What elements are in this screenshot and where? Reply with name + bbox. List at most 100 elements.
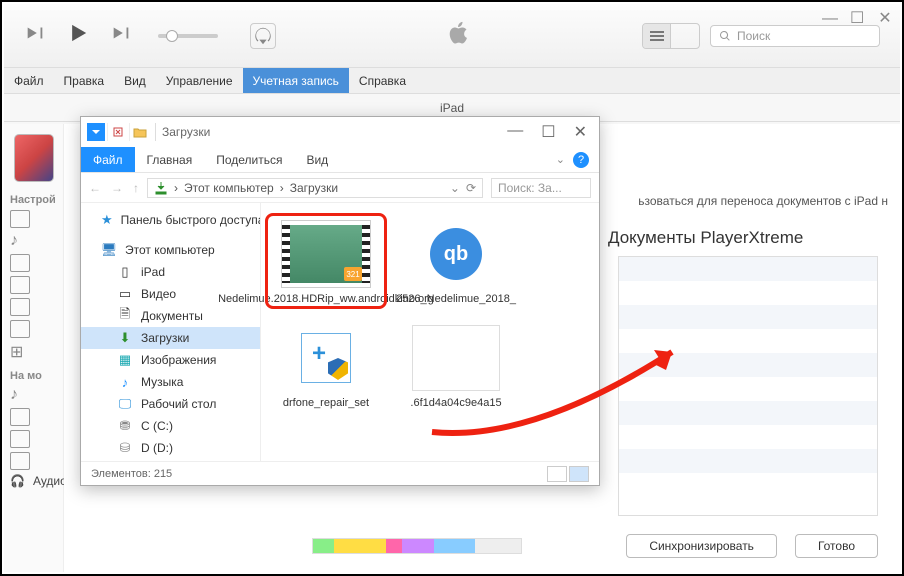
details-view-icon[interactable] xyxy=(547,466,567,482)
menu-view[interactable]: Вид xyxy=(114,68,156,93)
chevron-down-icon[interactable]: ⌄ xyxy=(450,181,460,195)
qat-dropdown-icon[interactable] xyxy=(87,123,105,141)
window-controls: — ☐ ✕ xyxy=(822,12,892,26)
storage-usage-bar xyxy=(312,538,522,554)
volume-slider[interactable] xyxy=(158,34,218,38)
drive-icon: ⛁ xyxy=(117,440,133,456)
music-icon[interactable]: ♪ xyxy=(10,232,57,250)
apps-icon[interactable]: ⊞ xyxy=(10,342,57,362)
file-list: 321 Nedelimue.2018.HDRip_ww.androidkino.… xyxy=(261,203,599,461)
grid-view-icon[interactable] xyxy=(671,24,699,48)
explorer-window: Загрузки — ☐ ✕ Файл Главная Поделиться В… xyxy=(80,116,600,486)
nav-downloads[interactable]: ⬇Загрузки xyxy=(81,327,260,349)
dev-tv-icon[interactable] xyxy=(10,430,30,448)
star-icon: ★ xyxy=(101,212,113,228)
nav-music[interactable]: ♪Музыка xyxy=(81,371,260,393)
exp-maximize-icon[interactable]: ☐ xyxy=(541,122,555,142)
apple-logo-icon xyxy=(445,19,473,52)
file-item-video[interactable]: 321 Nedelimue.2018.HDRip_ww.androidkino.… xyxy=(271,221,381,305)
drfone-icon xyxy=(301,333,351,383)
close-icon[interactable]: ✕ xyxy=(878,12,892,26)
airplay-icon[interactable] xyxy=(250,23,276,49)
exp-minimize-icon[interactable]: — xyxy=(507,122,523,142)
menu-controls[interactable]: Управление xyxy=(156,68,243,93)
forward-icon[interactable]: → xyxy=(111,181,123,195)
file-icon xyxy=(412,325,500,391)
nav-documents[interactable]: 🗎Документы xyxy=(81,305,260,327)
video-icon: ▭ xyxy=(117,286,133,302)
menu-account[interactable]: Учетная запись xyxy=(243,68,349,93)
sidebar-section-device: На мо xyxy=(4,362,63,386)
play-icon[interactable] xyxy=(64,19,92,52)
minimize-icon[interactable]: — xyxy=(822,12,836,26)
refresh-icon[interactable]: ⟳ xyxy=(466,181,476,195)
sidebar: Настрой ♪ ⊞ На мо ♪ 🎧 Аудиокниги xyxy=(4,124,64,572)
explorer-titlebar: Загрузки — ☐ ✕ xyxy=(81,117,599,147)
movies-icon[interactable] xyxy=(10,254,30,272)
info-icon[interactable] xyxy=(10,320,30,338)
documents-icon: 🗎 xyxy=(117,308,133,324)
list-view-icon[interactable] xyxy=(643,24,671,48)
nav-this-pc[interactable]: 🖥Этот компьютер xyxy=(81,239,260,261)
search-input[interactable]: Поиск xyxy=(710,25,880,47)
documents-panel[interactable] xyxy=(618,256,878,516)
downloads-icon: ⬇ xyxy=(117,330,133,346)
nav-drive-c[interactable]: ⛃C (C:) xyxy=(81,415,260,437)
menu-bar: Файл Правка Вид Управление Учетная запис… xyxy=(4,68,900,94)
breadcrumb[interactable]: ›Этот компьютер ›Загрузки ⌄ ⟳ xyxy=(147,178,483,198)
pc-icon: 🖥 xyxy=(101,242,117,258)
icons-view-icon[interactable] xyxy=(569,466,589,482)
nav-drive-d[interactable]: ⛁D (D:) xyxy=(81,437,260,459)
desktop-icon: 🖵 xyxy=(117,396,133,412)
file-item-blank[interactable]: .6f1d4a04c9e4a15 xyxy=(401,325,511,409)
dev-movies-icon[interactable] xyxy=(10,408,30,426)
ribbon-collapse-icon[interactable]: ⌄ xyxy=(556,153,565,166)
maximize-icon[interactable]: ☐ xyxy=(850,12,864,26)
ipad-icon: ▯ xyxy=(117,264,133,280)
explorer-search-input[interactable]: Поиск: За... xyxy=(491,178,591,198)
info-text: ьзоваться для переноса документов с iPad… xyxy=(638,194,888,208)
qbittorrent-icon: qb xyxy=(430,228,482,280)
dev-music-icon[interactable]: ♪ xyxy=(10,386,57,404)
item-count: Элементов: 215 xyxy=(91,468,172,480)
player-toolbar: Поиск xyxy=(4,4,900,68)
sidebar-item-audiobooks[interactable]: 🎧 Аудиокниги xyxy=(4,470,63,492)
photos-icon[interactable] xyxy=(10,298,30,316)
tab-share[interactable]: Поделиться xyxy=(204,147,294,172)
file-item-drfone[interactable]: drfone_repair_set xyxy=(271,325,381,409)
nav-pictures[interactable]: ▦Изображения xyxy=(81,349,260,371)
explorer-nav-pane: ★Панель быстрого доступа 🖥Этот компьютер… xyxy=(81,203,261,461)
exp-close-icon[interactable]: ✕ xyxy=(574,122,587,142)
qat-newfolder-icon[interactable] xyxy=(129,123,149,141)
help-icon[interactable]: ? xyxy=(573,152,589,168)
status-bar: Элементов: 215 xyxy=(81,461,599,485)
menu-file[interactable]: Файл xyxy=(4,68,54,93)
ribbon-tabs: Файл Главная Поделиться Вид ⌄? xyxy=(81,147,599,173)
dev-books-icon[interactable] xyxy=(10,452,30,470)
qat-properties-icon[interactable] xyxy=(107,123,127,141)
device-thumbnail[interactable] xyxy=(14,134,54,182)
video-thumbnail: 321 xyxy=(282,221,370,287)
nav-desktop[interactable]: 🖵Рабочий стол xyxy=(81,393,260,415)
tab-file[interactable]: Файл xyxy=(81,147,135,172)
address-bar: ← → ↑ ›Этот компьютер ›Загрузки ⌄ ⟳ Поис… xyxy=(81,173,599,203)
up-icon[interactable]: ↑ xyxy=(133,181,139,195)
nav-ipad[interactable]: ▯iPad xyxy=(81,261,260,283)
nav-quick-access[interactable]: ★Панель быстрого доступа xyxy=(81,209,260,231)
tv-icon[interactable] xyxy=(10,276,30,294)
done-button[interactable]: Готово xyxy=(795,534,878,558)
pictures-icon: ▦ xyxy=(117,352,133,368)
menu-help[interactable]: Справка xyxy=(349,68,416,93)
menu-edit[interactable]: Правка xyxy=(54,68,115,93)
view-toggle[interactable] xyxy=(642,23,700,49)
tab-view[interactable]: Вид xyxy=(294,147,340,172)
summary-icon[interactable] xyxy=(10,210,30,228)
search-icon xyxy=(719,30,731,42)
back-icon[interactable]: ← xyxy=(89,181,101,195)
tab-home[interactable]: Главная xyxy=(135,147,205,172)
sync-button[interactable]: Синхронизировать xyxy=(626,534,777,558)
documents-title: Документы PlayerXtreme xyxy=(608,228,878,248)
next-track-icon[interactable] xyxy=(110,22,132,49)
sidebar-section-settings: Настрой xyxy=(4,186,63,210)
prev-track-icon[interactable] xyxy=(24,22,46,49)
